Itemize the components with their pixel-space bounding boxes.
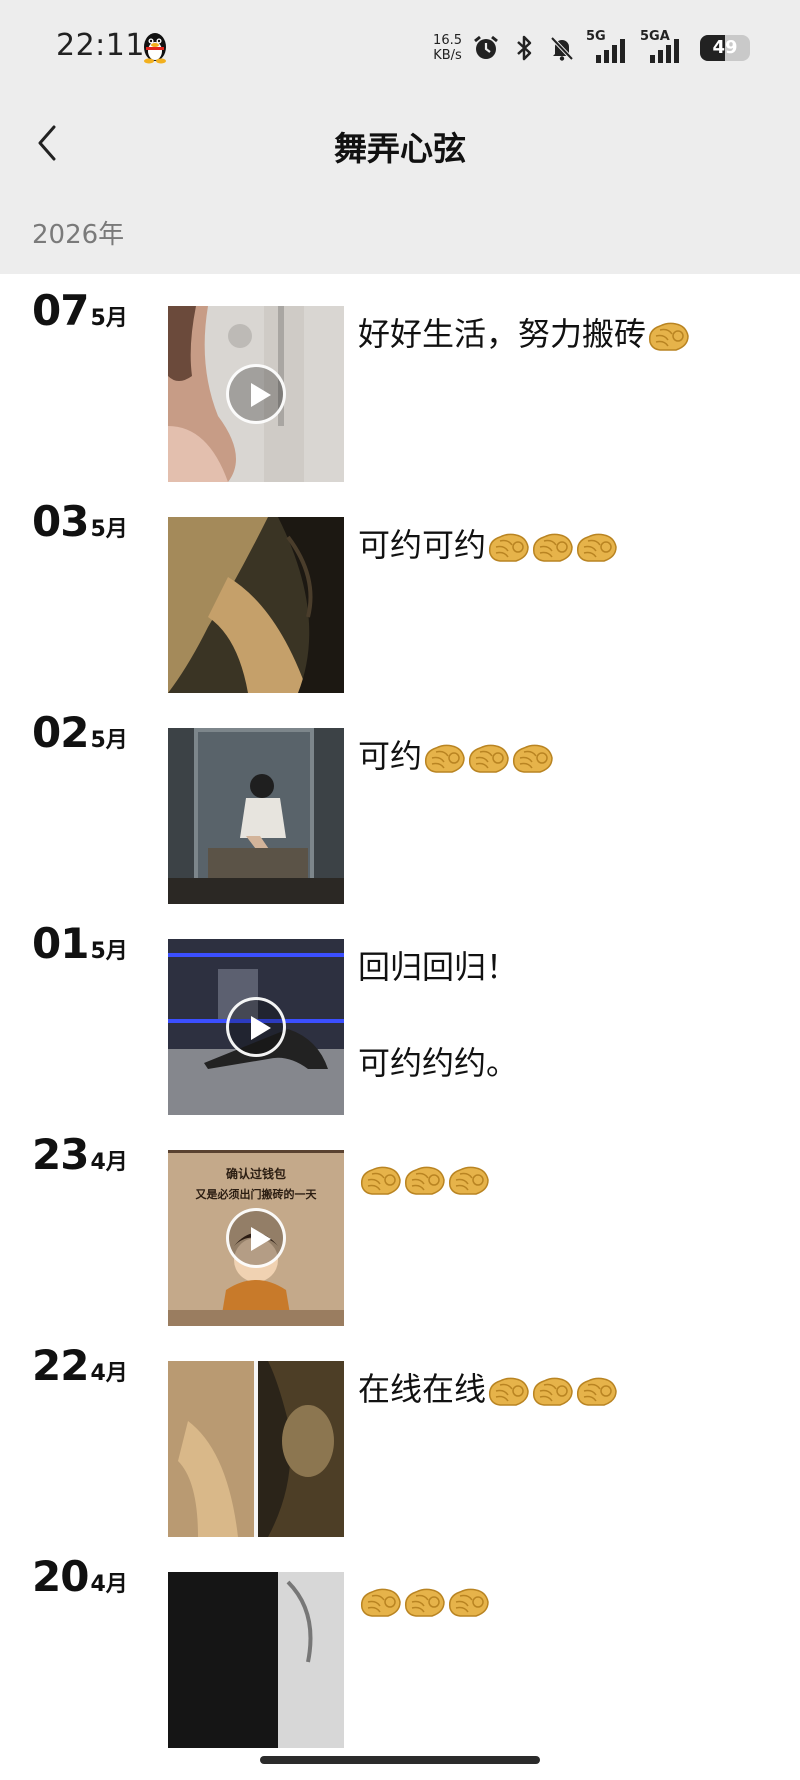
moment-post[interactable]: 02 5月 可约 bbox=[0, 696, 800, 904]
post-thumbnail[interactable]: 确认过钱包又是必须出门搬砖的一天 bbox=[168, 1150, 344, 1326]
page-title: 舞弄心弦 bbox=[334, 129, 466, 168]
network-speed: 16.5 KB/s bbox=[433, 33, 462, 63]
hand-beckoning-emoji-icon bbox=[360, 1166, 401, 1195]
post-thumbnail[interactable] bbox=[168, 1572, 344, 1748]
post-month: 5月 bbox=[90, 306, 128, 331]
post-day: 20 bbox=[32, 1552, 89, 1601]
bluetooth-icon bbox=[517, 35, 532, 61]
signal-icon bbox=[650, 39, 679, 63]
status-bar: 22:11 16.5 KB/s 5G 5GA 49 bbox=[0, 0, 800, 96]
hand-beckoning-emoji-icon bbox=[532, 533, 573, 562]
post-date: 22 4月 bbox=[32, 1341, 128, 1390]
post-month: 5月 bbox=[90, 517, 128, 542]
thumbnail-caption-1: 确认过钱包 bbox=[226, 1166, 286, 1181]
battery-level: 49 bbox=[712, 37, 738, 58]
hand-beckoning-emoji-icon bbox=[532, 1377, 573, 1406]
post-thumbnail[interactable] bbox=[168, 517, 344, 693]
hand-beckoning-emoji-icon bbox=[448, 1588, 489, 1617]
hand-beckoning-emoji-icon bbox=[468, 744, 509, 773]
post-day: 22 bbox=[32, 1341, 89, 1390]
year-label: 2026年 bbox=[32, 220, 125, 250]
play-icon[interactable] bbox=[226, 364, 286, 424]
hand-beckoning-emoji-icon bbox=[512, 744, 553, 773]
post-text: 可约 bbox=[358, 732, 778, 780]
emoji-group bbox=[358, 1581, 490, 1619]
post-text: 回归回归！ 可约约约。 bbox=[358, 943, 778, 1087]
emoji-group bbox=[486, 526, 618, 564]
post-caption: 可约 bbox=[358, 737, 423, 775]
emoji-group bbox=[422, 737, 554, 775]
signal-5ga: 5GA bbox=[640, 29, 690, 65]
hand-beckoning-emoji-icon bbox=[648, 322, 689, 351]
moment-post[interactable]: 03 5月 可约可约 bbox=[0, 485, 800, 693]
alarm-icon bbox=[474, 35, 498, 59]
hand-beckoning-emoji-icon bbox=[404, 1588, 445, 1617]
post-thumbnail[interactable] bbox=[168, 1361, 344, 1537]
home-indicator[interactable] bbox=[260, 1756, 540, 1764]
hand-beckoning-emoji-icon bbox=[488, 1377, 529, 1406]
post-text: 好好生活，努力搬砖 bbox=[358, 310, 778, 358]
qq-penguin-icon bbox=[144, 33, 166, 64]
post-caption: 在线在线 bbox=[358, 1370, 487, 1408]
post-month: 4月 bbox=[90, 1572, 128, 1597]
post-date: 07 5月 bbox=[32, 286, 128, 335]
post-month: 5月 bbox=[90, 728, 128, 753]
top-area: 22:11 16.5 KB/s 5G 5GA 49 舞弄心弦 2026年 bbox=[0, 0, 800, 274]
network-speed-unit: KB/s bbox=[433, 48, 462, 63]
post-day: 01 bbox=[32, 919, 89, 968]
post-month: 5月 bbox=[90, 939, 128, 964]
post-day: 03 bbox=[32, 497, 89, 546]
status-icons: 16.5 KB/s 5G 5GA 49 bbox=[433, 29, 750, 66]
moment-post[interactable]: 07 5月 好好生活，努力搬砖 bbox=[0, 274, 800, 482]
signal-5g: 5G bbox=[586, 29, 630, 65]
hand-beckoning-emoji-icon bbox=[360, 1588, 401, 1617]
hand-beckoning-emoji-icon bbox=[576, 533, 617, 562]
post-day: 02 bbox=[32, 708, 89, 757]
moment-post[interactable]: 22 4月 在线在线 bbox=[0, 1329, 800, 1537]
post-day: 23 bbox=[32, 1130, 89, 1179]
mute-bell-icon bbox=[550, 36, 574, 61]
emoji-group bbox=[358, 1159, 490, 1197]
post-caption: 好好生活，努力搬砖 bbox=[358, 315, 647, 353]
signal-icon bbox=[596, 39, 625, 63]
post-thumbnail[interactable] bbox=[168, 939, 344, 1115]
post-date: 20 4月 bbox=[32, 1552, 128, 1601]
post-date: 02 5月 bbox=[32, 708, 128, 757]
post-caption: 回归回归！ 可约约约。 bbox=[358, 948, 519, 1082]
emoji-group bbox=[646, 315, 690, 353]
post-date: 03 5月 bbox=[32, 497, 128, 546]
network-speed-value: 16.5 bbox=[433, 33, 462, 48]
post-text: 可约可约 bbox=[358, 521, 778, 569]
hand-beckoning-emoji-icon bbox=[404, 1166, 445, 1195]
hand-beckoning-emoji-icon bbox=[448, 1166, 489, 1195]
post-month: 4月 bbox=[90, 1361, 128, 1386]
battery-icon: 49 bbox=[700, 35, 750, 61]
post-date: 23 4月 bbox=[32, 1130, 128, 1179]
post-caption: 可约可约 bbox=[358, 526, 487, 564]
moment-post[interactable]: 01 5月 回归回归！ 可约约约。 bbox=[0, 907, 800, 1115]
thumbnail-caption-2: 又是必须出门搬砖的一天 bbox=[195, 1187, 318, 1201]
post-month: 4月 bbox=[90, 1150, 128, 1175]
post-text: 在线在线 bbox=[358, 1365, 778, 1413]
play-icon[interactable] bbox=[226, 1208, 286, 1268]
moment-post[interactable]: 20 4月 bbox=[0, 1540, 800, 1748]
post-text bbox=[358, 1576, 778, 1624]
hand-beckoning-emoji-icon bbox=[424, 744, 465, 773]
hand-beckoning-emoji-icon bbox=[576, 1377, 617, 1406]
post-thumbnail[interactable] bbox=[168, 728, 344, 904]
hand-beckoning-emoji-icon bbox=[488, 533, 529, 562]
post-day: 07 bbox=[32, 286, 89, 335]
status-time: 22:11 bbox=[56, 28, 145, 63]
emoji-group bbox=[486, 1370, 618, 1408]
moment-post[interactable]: 23 4月 确认过钱包 又是必须出门搬砖的一天 bbox=[0, 1118, 800, 1326]
post-thumbnail[interactable] bbox=[168, 306, 344, 482]
post-text bbox=[358, 1154, 778, 1202]
post-date: 01 5月 bbox=[32, 919, 128, 968]
play-icon[interactable] bbox=[226, 997, 286, 1057]
nav-header: 舞弄心弦 bbox=[0, 96, 800, 186]
